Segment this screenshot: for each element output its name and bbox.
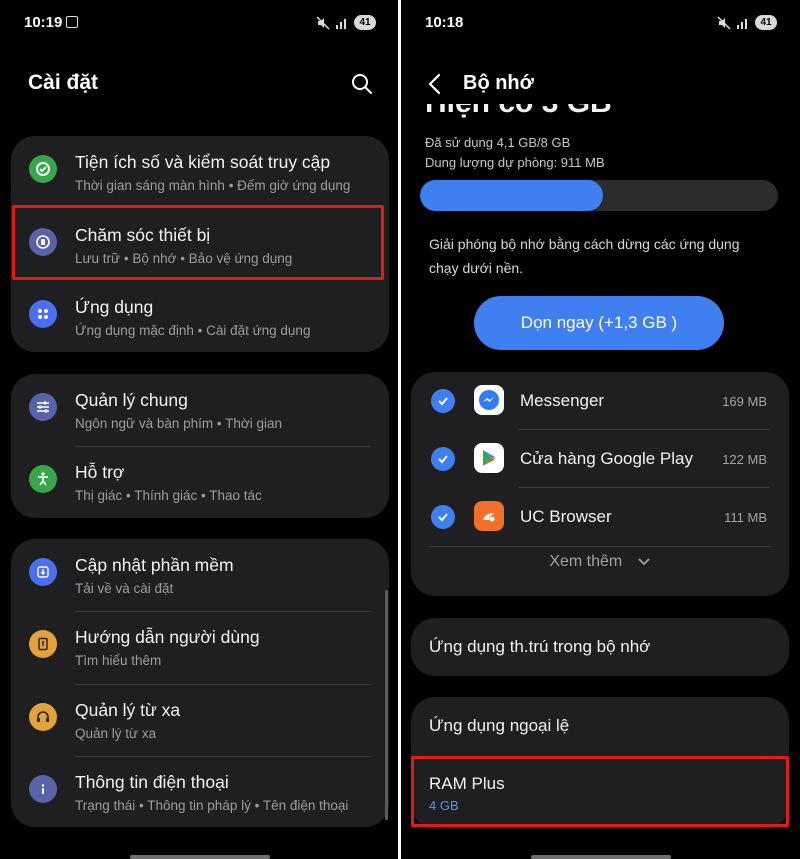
settings-item-subtitle: Tải về và cài đặt: [75, 581, 174, 596]
screenshot-icon: [66, 16, 78, 28]
see-more-button[interactable]: Xem thêm: [411, 553, 789, 571]
clean-now-button[interactable]: Dọn ngay (+1,3 GB ): [474, 296, 724, 350]
divider: [75, 446, 371, 447]
battery-indicator: 41: [755, 15, 777, 30]
resident-apps-label: Ứng dụng th.trú trong bộ nhớ: [429, 637, 651, 656]
memory-progress-bar: [420, 180, 778, 211]
settings-item-title: Ứng dụng: [75, 297, 154, 317]
resident-apps-card[interactable]: Ứng dụng th.trú trong bộ nhớ: [411, 618, 789, 676]
memory-progress-fill: [420, 180, 603, 211]
headset-icon: [29, 703, 57, 731]
scrollbar[interactable]: [385, 590, 388, 820]
home-indicator: [531, 855, 671, 859]
memory-info-text: Giải phóng bộ nhớ bằng cách dừng các ứng…: [429, 236, 740, 276]
app-name: Messenger: [520, 391, 605, 410]
signal-icon: [737, 18, 747, 29]
settings-item-subtitle: Thời gian sáng màn hình • Đếm giờ ứng dụ…: [75, 178, 351, 193]
excluded-apps-label: Ứng dụng ngoại lệ: [429, 716, 570, 735]
google-play-icon: [474, 443, 504, 473]
settings-item-title: Hướng dẫn người dùng: [75, 627, 260, 647]
mute-icon: [717, 15, 731, 30]
sliders-icon: [29, 393, 57, 421]
settings-item-subtitle: Thị giác • Thính giác • Thao tác: [75, 488, 262, 503]
app-row-google-play[interactable]: Cửa hàng Google Play 122 MB: [411, 430, 789, 488]
settings-item-title: Cập nhật phần mềm: [75, 555, 234, 575]
highlight-device-care: [12, 205, 384, 280]
settings-item-title: Thông tin điện thoại: [75, 772, 229, 792]
uc-browser-icon: [474, 501, 504, 531]
divider: [75, 684, 371, 685]
see-more-label: Xem thêm: [549, 553, 623, 570]
settings-group-2: Quản lý chung Ngôn ngữ và bàn phím • Thờ…: [11, 374, 389, 518]
settings-item-remote-support[interactable]: Quản lý từ xa Quản lý từ xa: [11, 696, 389, 756]
app-row-messenger[interactable]: Messenger 169 MB: [411, 372, 789, 430]
settings-item-subtitle: Ngôn ngữ và bàn phím • Thời gian: [75, 416, 282, 431]
memory-reserved: Dung lượng dự phòng: 911 MB: [425, 155, 605, 170]
chevron-down-icon: [638, 558, 650, 566]
settings-item-software-update[interactable]: Cập nhật phần mềm Tải về và cài đặt: [11, 551, 389, 611]
back-icon[interactable]: [425, 73, 445, 95]
battery-indicator: 41: [354, 15, 376, 30]
settings-item-general-management[interactable]: Quản lý chung Ngôn ngữ và bàn phím • Thờ…: [11, 386, 389, 446]
settings-item-digital-wellbeing[interactable]: Tiện ích số và kiểm soát truy cập Thời g…: [11, 148, 389, 208]
excluded-apps-item[interactable]: Ứng dụng ngoại lệ: [411, 697, 789, 757]
memory-screen: 10:18 41 Bộ nhớ Hiện có 3 GB Đã sử dụng …: [401, 0, 799, 859]
settings-item-title: Quản lý chung: [75, 390, 188, 410]
accessibility-icon: [29, 465, 57, 493]
app-size: 122 MB: [722, 452, 767, 467]
divider: [75, 611, 371, 612]
settings-screen: 10:19 41 Cài đặt Tiện ích số và kiểm soá…: [0, 0, 398, 859]
app-name: Cửa hàng Google Play: [520, 449, 693, 468]
home-indicator: [130, 855, 270, 859]
settings-item-user-manual[interactable]: Hướng dẫn người dùng Tìm hiểu thêm: [11, 623, 389, 683]
available-memory-heading: Hiện có 3 GB: [425, 104, 725, 122]
status-bar: 10:18 41: [401, 12, 799, 34]
status-time: 10:18: [425, 14, 464, 31]
messenger-icon: [474, 385, 504, 415]
settings-group-3: Cập nhật phần mềm Tải về và cài đặt Hướn…: [11, 539, 389, 827]
checkbox-checked-icon[interactable]: [431, 447, 455, 471]
settings-item-title: Hỗ trợ: [75, 462, 125, 482]
page-title: Bộ nhớ: [463, 72, 534, 94]
app-size: 169 MB: [722, 394, 767, 409]
mute-icon: [316, 15, 330, 30]
divider: [75, 756, 371, 757]
signal-icon: [336, 18, 346, 29]
settings-item-apps[interactable]: Ứng dụng Ứng dụng mặc định • Cài đặt ứng…: [11, 293, 389, 353]
settings-item-accessibility[interactable]: Hỗ trợ Thị giác • Thính giác • Thao tác: [11, 458, 389, 518]
settings-item-title: Quản lý từ xa: [75, 700, 181, 720]
search-icon[interactable]: [350, 72, 374, 96]
user-manual-icon: [29, 630, 57, 658]
app-name: UC Browser: [520, 507, 612, 526]
settings-item-subtitle: Quản lý từ xa: [75, 726, 157, 741]
settings-item-subtitle: Tìm hiểu thêm: [75, 653, 162, 668]
settings-item-subtitle: Trạng thái • Thông tin pháp lý • Tên điệ…: [75, 798, 349, 813]
checkbox-checked-icon[interactable]: [431, 389, 455, 413]
app-row-uc-browser[interactable]: UC Browser 111 MB: [411, 488, 789, 546]
background-apps-card: Messenger 169 MB Cửa hàng Google Play 12…: [411, 372, 789, 596]
highlight-ram-plus: [411, 756, 789, 827]
settings-item-title: Tiện ích số và kiểm soát truy cập: [75, 152, 331, 172]
apps-icon: [29, 300, 57, 328]
settings-item-about-phone[interactable]: Thông tin điện thoại Trạng thái • Thông …: [11, 768, 389, 828]
software-update-icon: [29, 558, 57, 586]
page-title: Cài đặt: [28, 71, 99, 94]
divider: [429, 546, 771, 547]
settings-item-subtitle: Ứng dụng mặc định • Cài đặt ứng dụng: [75, 323, 311, 338]
app-size: 111 MB: [724, 510, 767, 525]
checkbox-checked-icon[interactable]: [431, 505, 455, 529]
status-time: 10:19: [24, 14, 63, 31]
digital-wellbeing-icon: [29, 155, 57, 183]
info-icon: [29, 775, 57, 803]
memory-used: Đã sử dụng 4,1 GB/8 GB: [425, 135, 571, 150]
status-bar: 10:19 41: [0, 12, 398, 34]
